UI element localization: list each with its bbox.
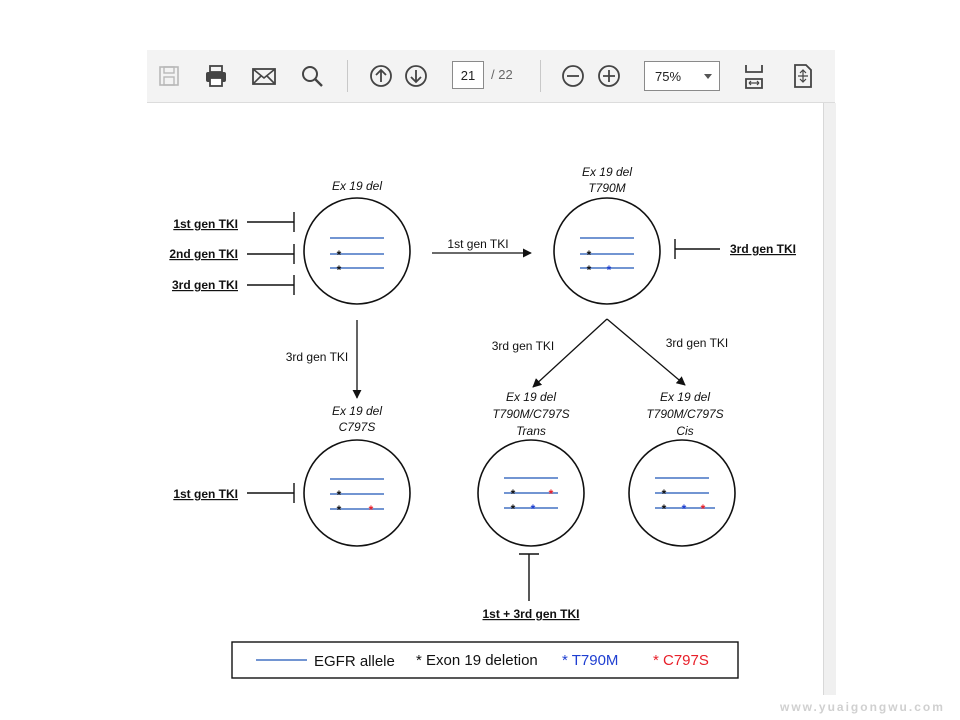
egfr-resistance-figure: Ex 19 del * * 1st gen TKI 2nd gen TKI 3r… <box>169 165 796 679</box>
exon19-star: * <box>337 488 342 502</box>
transition-arrow <box>532 318 608 388</box>
inhibitor-label: 1st + 3rd gen TKI <box>482 607 579 621</box>
inhibitor-label: 3rd gen TKI <box>172 278 238 292</box>
c797s-star: * <box>549 487 554 501</box>
cell-label-ex19: Ex 19 del <box>506 390 556 404</box>
c797s-star: * <box>701 502 706 516</box>
inhibitor-label: 1st gen TKI <box>173 217 238 231</box>
c797s-star: * <box>369 503 374 517</box>
t790m-star: * <box>531 502 536 516</box>
arrow-label: 3rd gen TKI <box>492 339 554 353</box>
exon19-star: * <box>511 502 516 516</box>
exon19-star: * <box>337 263 342 277</box>
cell-label-c797s: C797S <box>339 420 376 434</box>
cell-label-ex19: Ex 19 del <box>332 179 382 193</box>
t790m-star: * <box>607 263 612 277</box>
exon19-star: * <box>662 502 667 516</box>
inhibition-bar <box>247 212 295 232</box>
inhibition-bar <box>519 553 539 601</box>
inhibition-bar <box>674 239 720 259</box>
cell-label-trans: Trans <box>516 424 546 438</box>
arrow-label: 1st gen TKI <box>447 237 508 251</box>
watermark: www.yuaigongwu.com <box>780 700 945 714</box>
t790m-star: * <box>682 502 687 516</box>
cell-label-t790m: T790M <box>588 181 625 195</box>
inhibition-bar <box>247 244 295 264</box>
exon19-star: * <box>587 263 592 277</box>
cell-label-cis: Cis <box>676 424 693 438</box>
cell-label-t790m-c797s: T790M/C797S <box>646 407 723 421</box>
inhibitor-label: 2nd gen TKI <box>169 247 238 261</box>
cell-label-ex19: Ex 19 del <box>332 404 382 418</box>
inhibitor-label: 1st gen TKI <box>173 487 238 501</box>
exon19-star: * <box>662 487 667 501</box>
arrow-label: 3rd gen TKI <box>666 336 728 350</box>
cell-t790m-circle <box>553 197 661 305</box>
exon19-star: * <box>337 248 342 262</box>
inhibition-bar <box>247 275 295 295</box>
legend-exon19: * Exon 19 deletion <box>416 652 538 669</box>
cell-label-ex19: Ex 19 del <box>582 165 632 179</box>
cell-ex19-circle <box>303 197 411 305</box>
exon19-star: * <box>337 503 342 517</box>
exon19-star: * <box>587 248 592 262</box>
legend-allele: EGFR allele <box>314 653 395 670</box>
exon19-star: * <box>511 487 516 501</box>
transition-arrow <box>606 318 686 386</box>
inhibition-bar <box>247 483 295 503</box>
inhibitor-label: 3rd gen TKI <box>730 242 796 256</box>
arrow-label: 3rd gen TKI <box>286 350 348 364</box>
cell-label-ex19: Ex 19 del <box>660 390 710 404</box>
cell-label-t790m-c797s: T790M/C797S <box>492 407 569 421</box>
cell-c797s-circle <box>303 439 411 547</box>
legend-t790m: * T790M <box>562 652 618 669</box>
legend-c797s: * C797S <box>653 652 709 669</box>
